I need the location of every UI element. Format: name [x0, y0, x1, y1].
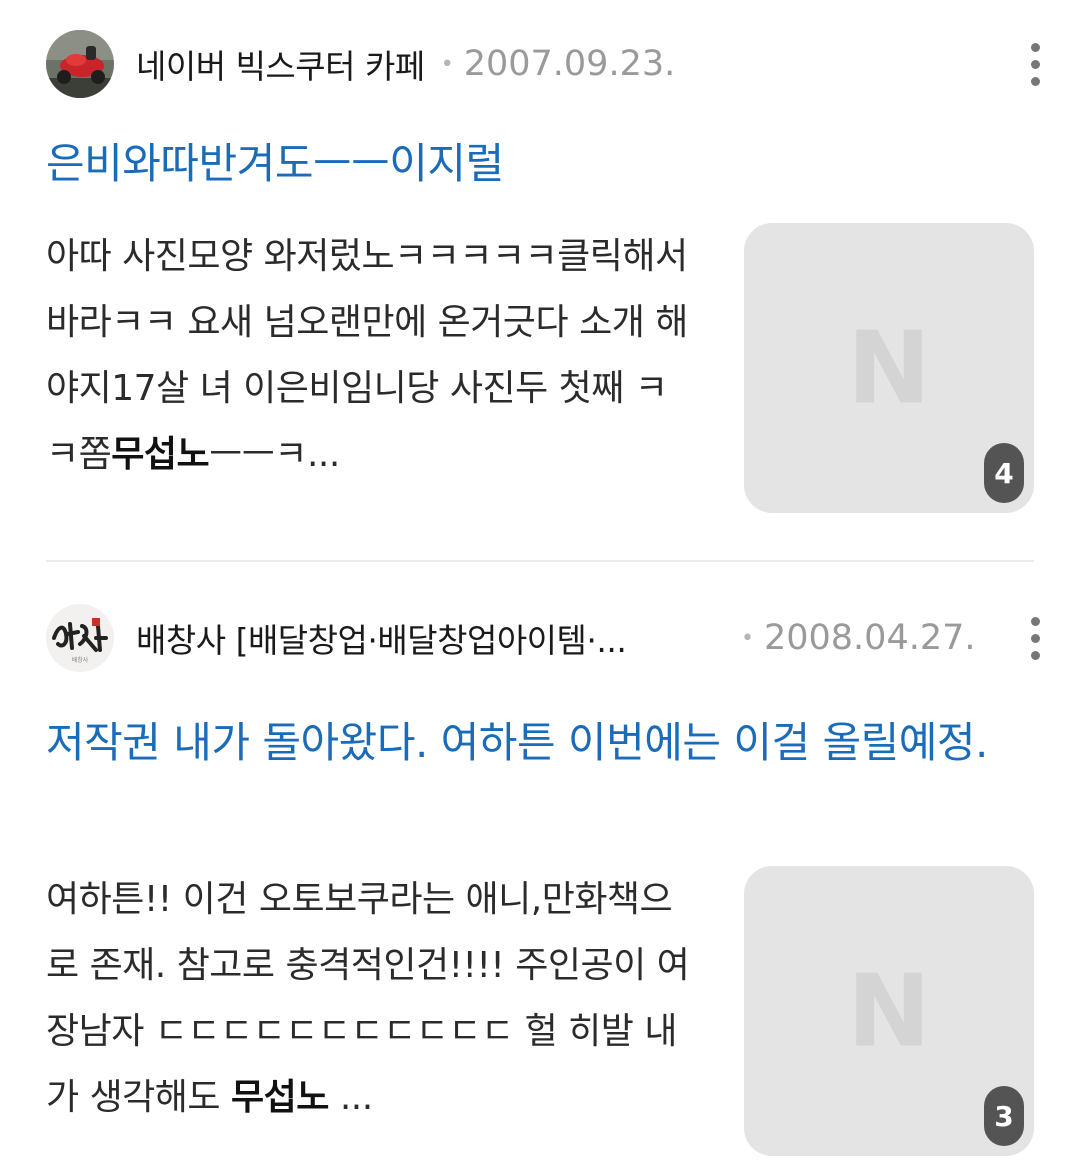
post-date: 2008.04.27. — [763, 618, 976, 658]
scooter-avatar-icon[interactable] — [46, 30, 114, 98]
snippet-text-end: ... — [328, 1077, 373, 1118]
naver-placeholder-icon: N — [847, 952, 931, 1070]
post-thumbnail[interactable]: N 4 — [744, 223, 1034, 513]
post-snippet[interactable]: 아따 사진모양 와저렀노ㅋㅋㅋㅋㅋ클릭해서바라ㅋㅋ 요새 넘오랜만에 온거긋다 … — [46, 224, 696, 488]
cafe-name[interactable]: 네이버 빅스쿠터 카페 — [136, 40, 425, 88]
snippet-highlight: 무섭노 — [231, 1077, 329, 1118]
post-thumbnail[interactable]: N 3 — [744, 866, 1034, 1156]
snippet-text-end: ㅡㅡㅋ... — [209, 434, 340, 475]
separator-dot: • — [440, 51, 454, 77]
more-options-icon[interactable] — [1020, 603, 1050, 673]
separator-dot: • — [741, 625, 754, 651]
post-header: 배창사 배창사 [배달창업·배달창업아이템·... • 2008.04.27. — [46, 603, 1050, 673]
avatar-logo-text: 배창사 — [72, 656, 89, 664]
post-header: 네이버 빅스쿠터 카페 • 2007.09.23. — [46, 29, 1050, 99]
search-result-item[interactable]: 네이버 빅스쿠터 카페 • 2007.09.23. 은비와따반겨도ㅡㅡ이지럴 아… — [0, 0, 1080, 560]
search-result-item[interactable]: 배창사 배창사 [배달창업·배달창업아이템·... • 2008.04.27. … — [0, 562, 1080, 1167]
image-count-badge: 4 — [984, 443, 1024, 503]
post-title-link[interactable]: 저작권 내가 돌아왔다. 여하튼 이번에는 이걸 올릴예정. — [46, 709, 1036, 777]
cafe-name[interactable]: 배창사 [배달창업·배달창업아이템·... — [136, 614, 701, 662]
post-snippet[interactable]: 여하튼!! 이건 오토보쿠라는 애니,만화책으로 존재. 참고로 충격적인건!!… — [46, 867, 696, 1131]
post-title-link[interactable]: 은비와따반겨도ㅡㅡ이지럴 — [46, 130, 1036, 198]
post-date: 2007.09.23. — [463, 44, 676, 84]
calligraphy-logo-avatar-icon[interactable]: 배창사 — [46, 604, 114, 672]
snippet-highlight: 무섭노 — [111, 434, 210, 475]
image-count-badge: 3 — [984, 1086, 1024, 1146]
more-options-icon[interactable] — [1020, 29, 1050, 99]
naver-placeholder-icon: N — [847, 309, 931, 427]
